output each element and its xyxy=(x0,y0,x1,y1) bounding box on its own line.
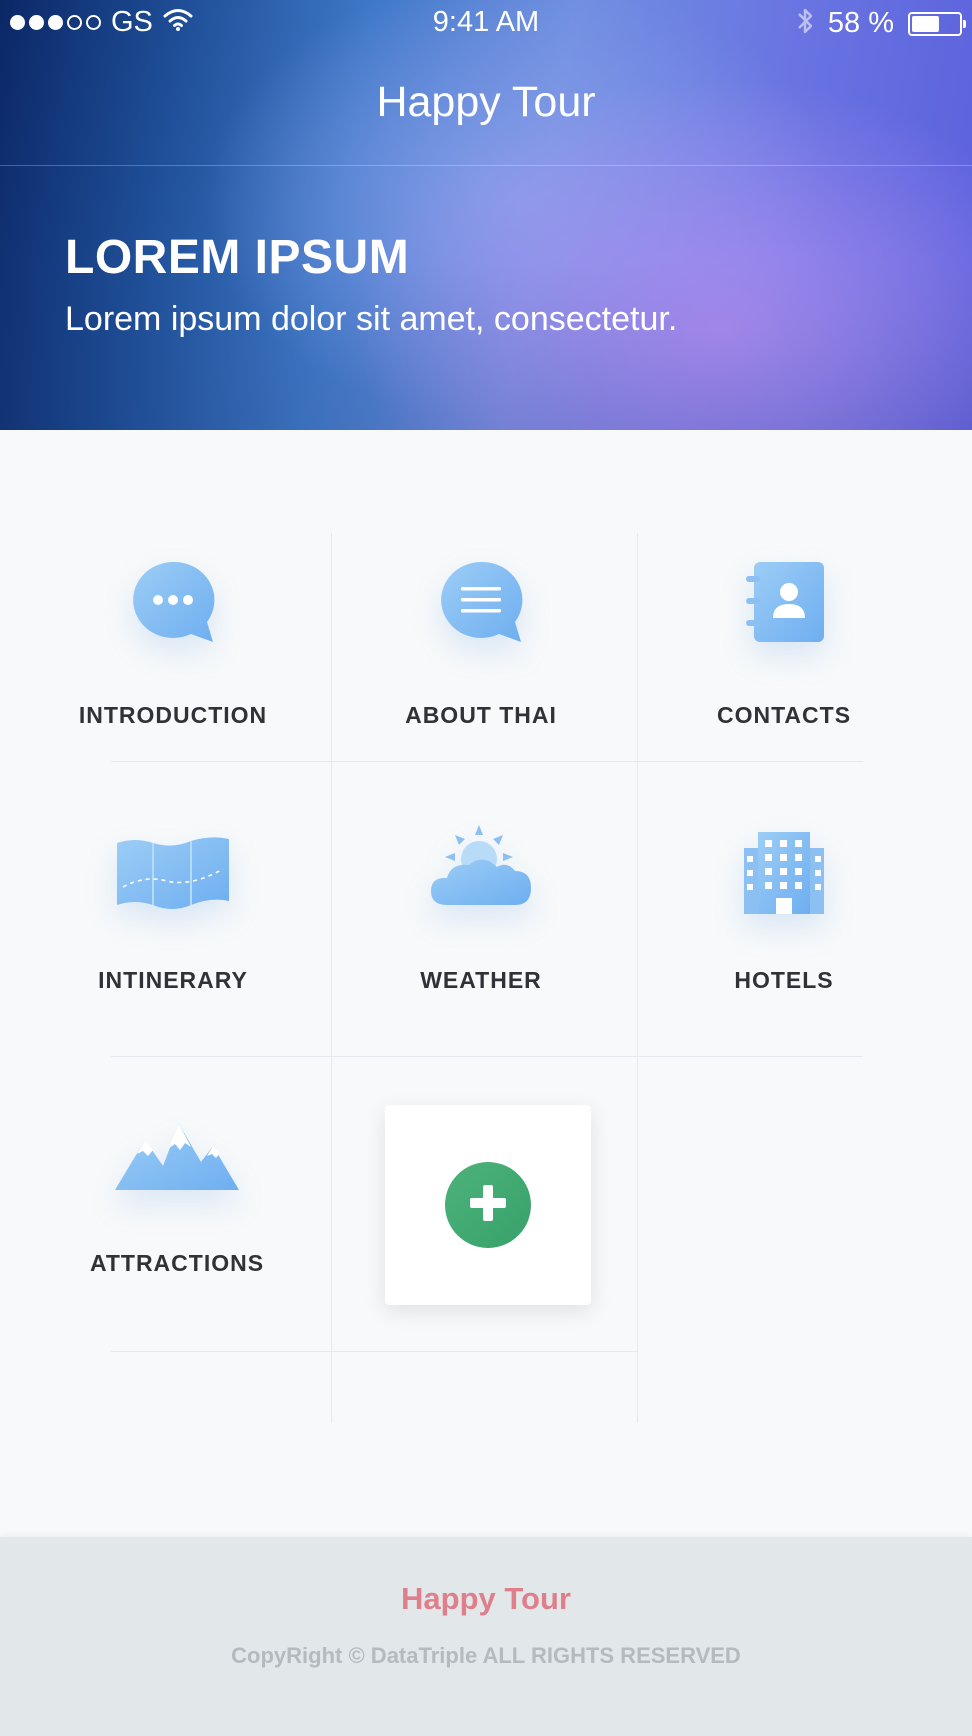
battery-percent: 58 % xyxy=(827,7,894,39)
add-button[interactable] xyxy=(445,1162,531,1248)
battery-level-fill xyxy=(912,15,939,32)
plus-icon xyxy=(466,1181,510,1230)
menu-item-label: INTRODUCTION xyxy=(78,702,268,728)
hero-subtitle: Lorem ipsum dolor sit amet, consectetur. xyxy=(65,300,678,338)
nav-title: Happy Tour xyxy=(376,78,596,126)
sun-cloud-icon xyxy=(427,825,535,909)
status-bar: GS 9:41 AM 58 % xyxy=(0,0,972,46)
add-item-card[interactable] xyxy=(385,1105,591,1305)
menu-item-introduction[interactable]: INTRODUCTION xyxy=(20,480,326,770)
menu-item-label: WEATHER xyxy=(420,967,542,993)
nav-divider xyxy=(0,165,972,166)
map-icon xyxy=(115,835,231,915)
menu-grid: INTRODUCTION ABOUT THAI CONTACTS INTINER… xyxy=(0,430,972,1537)
footer-title: Happy Tour xyxy=(401,1581,571,1616)
menu-item-label: HOTELS xyxy=(734,967,834,993)
menu-item-weather[interactable]: WEATHER xyxy=(328,775,634,1065)
menu-item-label: ATTRACTIONS xyxy=(89,1250,265,1276)
menu-item-about-thai[interactable]: ABOUT THAI xyxy=(328,480,634,770)
menu-item-label: ABOUT THAI xyxy=(405,702,557,728)
chat-bubble-lines-icon xyxy=(439,560,523,644)
bluetooth-icon xyxy=(796,6,814,41)
mountains-icon xyxy=(113,1120,241,1192)
status-right: 58 % xyxy=(796,6,966,41)
menu-item-label: INTINERARY xyxy=(98,967,248,993)
building-icon xyxy=(742,830,826,914)
menu-item-attractions[interactable]: ATTRACTIONS xyxy=(24,1070,330,1360)
menu-item-hotels[interactable]: HOTELS xyxy=(631,775,937,1065)
battery-icon xyxy=(908,11,966,36)
hero-header: GS 9:41 AM 58 % Happy Tour LOREM IPSUM L… xyxy=(0,0,972,430)
menu-item-intinerary[interactable]: INTINERARY xyxy=(20,775,326,1065)
menu-item-label: CONTACTS xyxy=(716,702,852,728)
address-book-icon xyxy=(742,560,826,644)
footer: Happy Tour CopyRight © DataTriple ALL RI… xyxy=(0,1537,972,1736)
footer-copyright: CopyRight © DataTriple ALL RIGHTS RESERV… xyxy=(231,1643,741,1668)
hero-heading: LOREM IPSUM xyxy=(65,231,410,284)
menu-item-contacts[interactable]: CONTACTS xyxy=(631,480,937,770)
chat-bubble-dots-icon xyxy=(131,560,215,644)
